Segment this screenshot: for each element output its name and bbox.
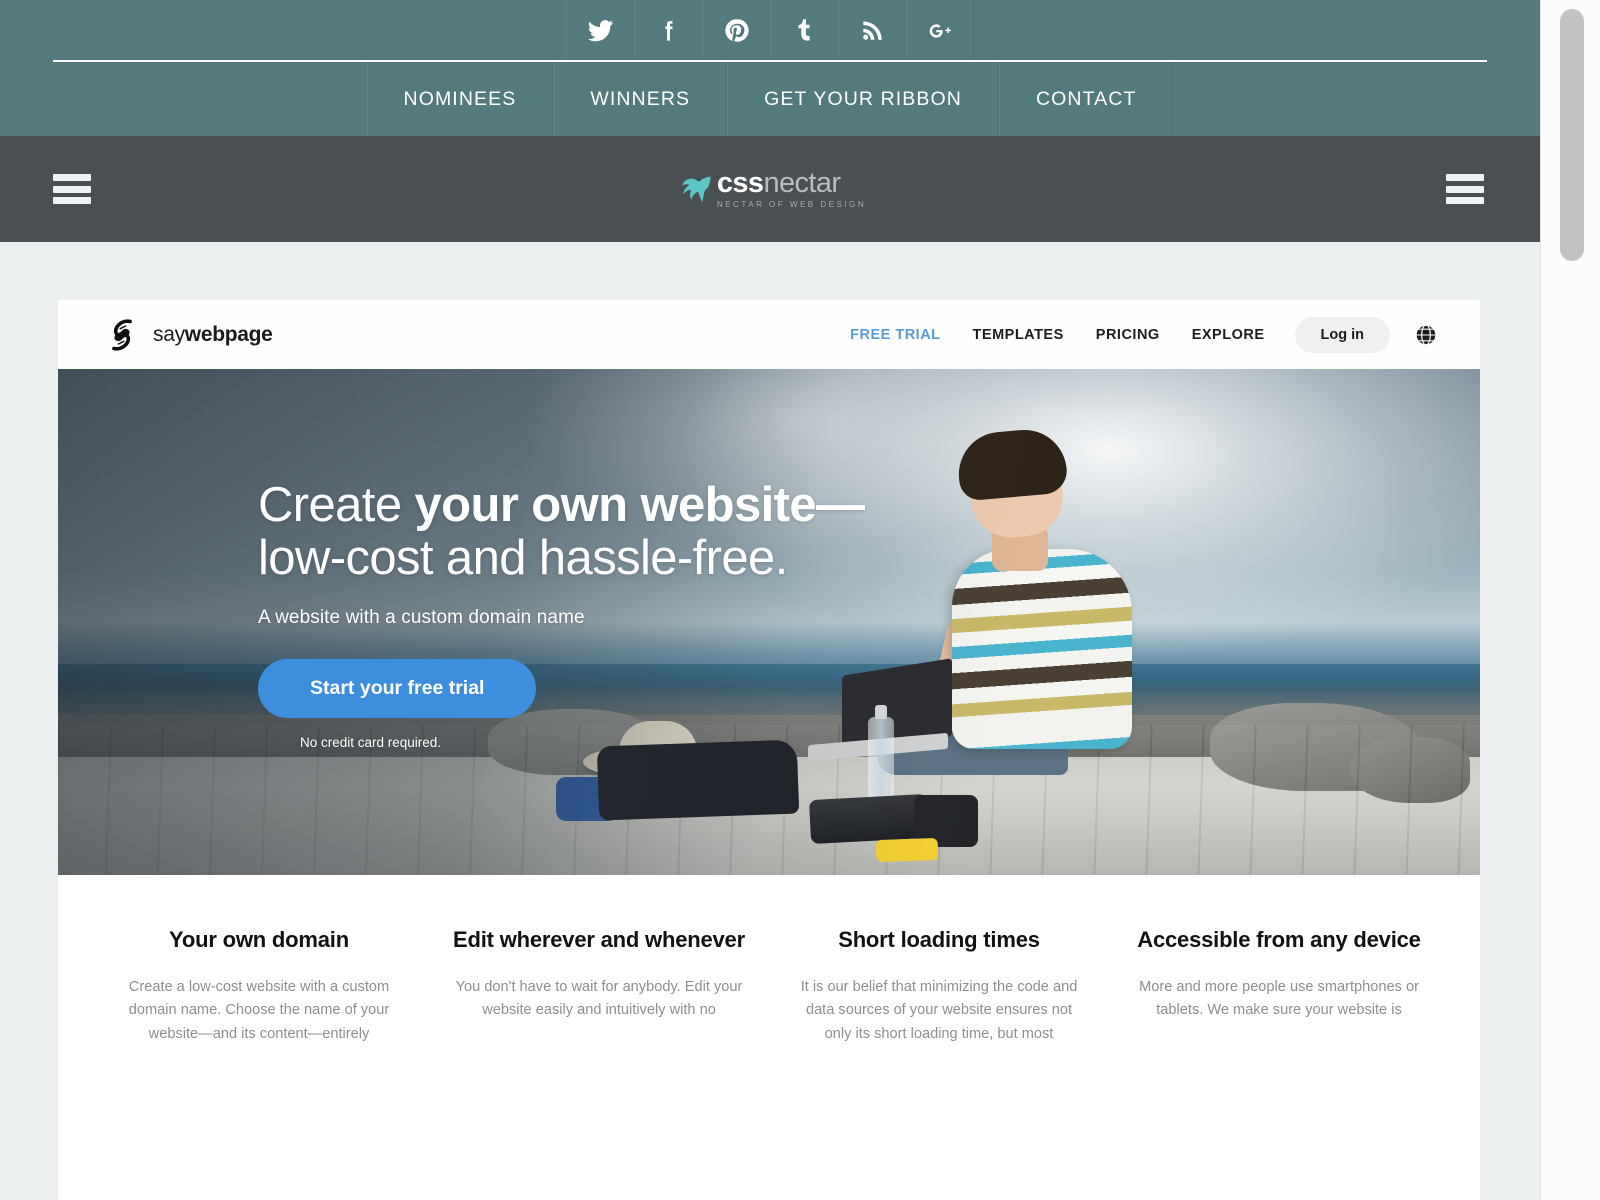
- feature-edit-wherever: Edit wherever and whenever You don't hav…: [442, 927, 756, 1047]
- saywebpage-logo[interactable]: saywebpage: [104, 317, 273, 353]
- nav-item-winners[interactable]: WINNERS: [553, 62, 728, 136]
- brand-bar: cssnectar NECTAR OF WEB DESIGN: [0, 136, 1540, 242]
- page-scrollbar-track[interactable]: [1540, 0, 1600, 1200]
- feature-short-loading-times: Short loading times It is our belief tha…: [782, 927, 1096, 1047]
- pinterest-icon[interactable]: [702, 0, 770, 61]
- globe-icon: [1415, 323, 1437, 346]
- hero-headline-line2: low-cost and hassle-free.: [258, 530, 788, 585]
- browser-viewport: NOMINEES WINNERS GET YOUR RIBBON CONTACT…: [0, 0, 1600, 1200]
- hero-copy-block: Create your own website— low-cost and ha…: [258, 478, 866, 750]
- feature-title: Edit wherever and whenever: [453, 927, 745, 952]
- brand-wordmark: cssnectar NECTAR OF WEB DESIGN: [716, 166, 867, 209]
- logo-word-webpage: webpage: [184, 322, 273, 346]
- saywebpage-logo-icon: [112, 318, 132, 351]
- hero-headline-emphasis: your own website—: [414, 478, 866, 532]
- nav-item-nominees[interactable]: NOMINEES: [366, 62, 554, 136]
- feature-your-own-domain: Your own domain Create a low-cost websit…: [102, 927, 416, 1047]
- rss-icon[interactable]: [838, 0, 906, 61]
- hamburger-menu-icon-right[interactable]: [1446, 174, 1484, 204]
- features-section: Your own domain Create a low-cost websit…: [58, 875, 1480, 1047]
- page-canvas: saywebpage FREE TRIAL TEMPLATES PRICING …: [0, 242, 1540, 1200]
- start-free-trial-button[interactable]: Start your free trial: [258, 658, 537, 718]
- feature-title: Accessible from any device: [1137, 927, 1421, 952]
- google-plus-icon[interactable]: [906, 0, 974, 61]
- facebook-icon[interactable]: [634, 0, 702, 61]
- feature-title: Your own domain: [169, 927, 349, 952]
- twitter-icon[interactable]: [566, 0, 634, 61]
- hero-headline-part1: Create: [258, 478, 415, 532]
- nav-item-get-your-ribbon[interactable]: GET YOUR RIBBON: [727, 62, 999, 136]
- tumblr-icon[interactable]: [770, 0, 838, 61]
- hero-subheadline: A website with a custom domain name: [258, 606, 585, 628]
- feature-body: You don't have to wait for anybody. Edit…: [455, 978, 743, 1019]
- hamburger-menu-icon-left[interactable]: [53, 174, 91, 204]
- feature-title: Short loading times: [838, 927, 1040, 952]
- feature-body: It is our belief that minimizing the cod…: [800, 978, 1078, 1043]
- saywebpage-navigation: FREE TRIAL TEMPLATES PRICING EXPLORE Log…: [834, 300, 1442, 369]
- social-links-row: [0, 0, 1540, 61]
- site-topbar: NOMINEES WINNERS GET YOUR RIBBON CONTACT: [0, 0, 1540, 136]
- main-navigation: NOMINEES WINNERS GET YOUR RIBBON CONTACT: [0, 62, 1540, 136]
- brand-word-nectar: nectar: [763, 166, 841, 199]
- feature-body: Create a low-cost website with a custom …: [128, 978, 390, 1043]
- nav-item-contact[interactable]: CONTACT: [998, 62, 1174, 136]
- no-credit-card-note: No credit card required.: [300, 734, 442, 750]
- brand-tagline: NECTAR OF WEB DESIGN: [716, 199, 867, 209]
- page-scrollbar-thumb[interactable]: [1560, 9, 1584, 261]
- featured-site-screenshot[interactable]: saywebpage FREE TRIAL TEMPLATES PRICING …: [58, 300, 1480, 1200]
- nav-pricing[interactable]: PRICING: [1080, 327, 1176, 343]
- hero-headline: Create your own website— low-cost and ha…: [258, 478, 866, 585]
- brand-word-css: css: [716, 166, 764, 199]
- login-button[interactable]: Log in: [1294, 316, 1390, 353]
- nav-free-trial[interactable]: FREE TRIAL: [834, 327, 956, 343]
- nav-templates[interactable]: TEMPLATES: [957, 327, 1080, 343]
- feature-accessible-any-device: Accessible from any device More and more…: [1122, 927, 1436, 1047]
- logo-word-say: say: [153, 322, 185, 346]
- hero-banner: Create your own website— low-cost and ha…: [58, 369, 1480, 875]
- saywebpage-header: saywebpage FREE TRIAL TEMPLATES PRICING …: [58, 300, 1480, 369]
- nav-explore[interactable]: EXPLORE: [1176, 327, 1281, 343]
- saywebpage-wordmark: saywebpage: [153, 323, 273, 347]
- hummingbird-icon: [682, 176, 711, 203]
- cssnectar-logo[interactable]: cssnectar NECTAR OF WEB DESIGN: [674, 166, 867, 209]
- feature-body: More and more people use smartphones or …: [1139, 978, 1419, 1019]
